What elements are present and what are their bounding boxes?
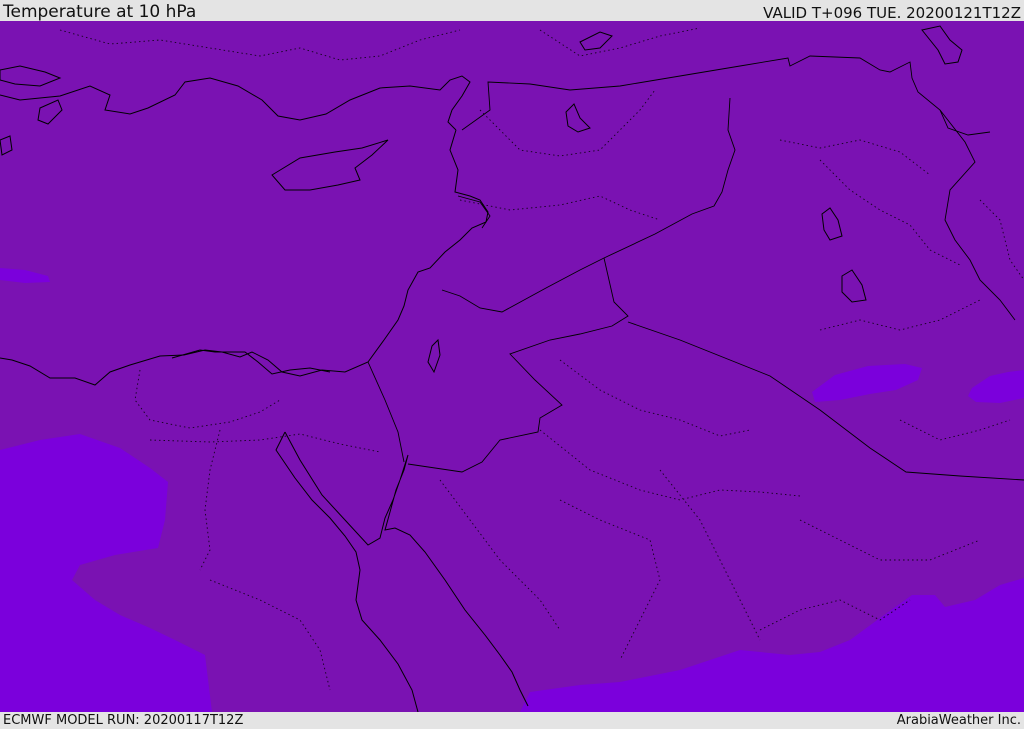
valid-time: VALID T+096 TUE. 20200121T12Z: [763, 4, 1021, 22]
map-footer: ECMWF MODEL RUN: 20200117T12Z ArabiaWeat…: [0, 712, 1024, 729]
credit-text: ArabiaWeather Inc.: [896, 713, 1021, 728]
model-run: ECMWF MODEL RUN: 20200117T12Z: [3, 713, 244, 728]
map-canvas: [0, 21, 1024, 712]
map-title: Temperature at 10 hPa: [3, 2, 197, 22]
map-header: Temperature at 10 hPa VALID T+096 TUE. 2…: [0, 0, 1024, 21]
weather-map: [0, 21, 1024, 712]
